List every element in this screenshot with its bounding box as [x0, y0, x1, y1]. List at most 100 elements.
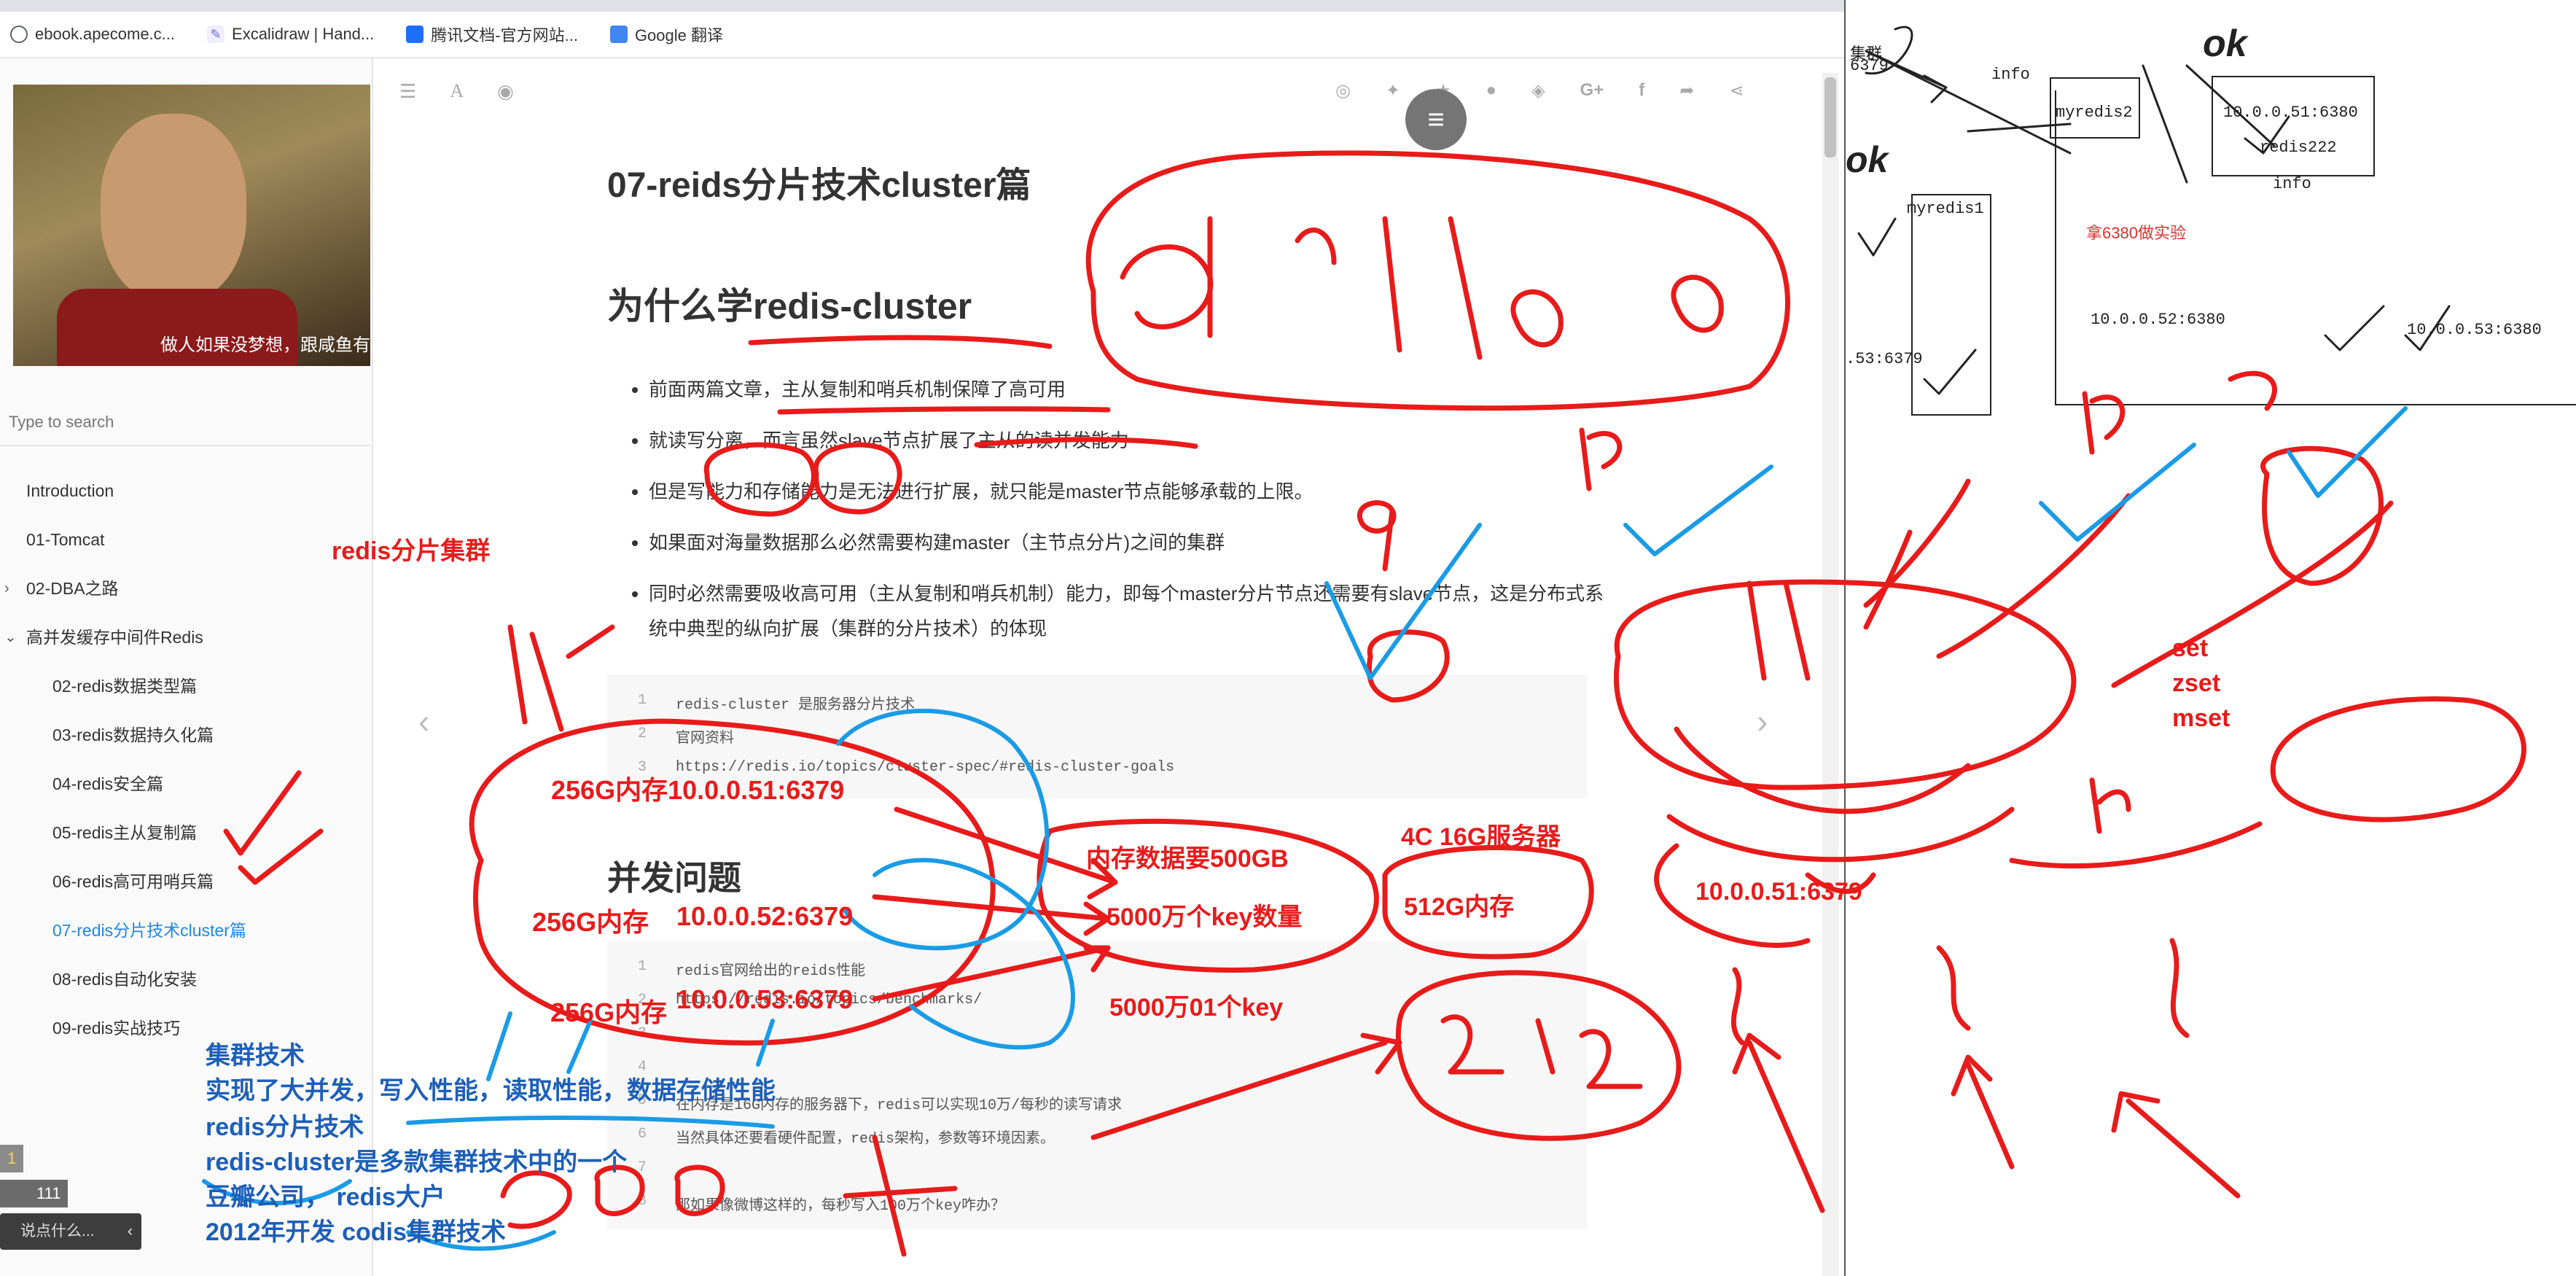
line-number: 8 — [637, 1193, 647, 1210]
more-share-icon[interactable]: ⋖ — [1729, 80, 1744, 101]
list-icon[interactable]: ☰ — [399, 80, 416, 103]
annotation-red: 5000万个key数量 — [1106, 903, 1303, 931]
ex-label-53-6379: .53:6379 — [1846, 350, 1923, 368]
google-plus-icon[interactable]: G+ — [1580, 80, 1604, 101]
sidebar-item-redis[interactable]: ⌄ 高并发缓存中间件Redis — [0, 613, 370, 662]
sidebar-item-redis-persistence[interactable]: 03-redis数据持久化篇 — [0, 711, 370, 760]
chevron-right-icon[interactable]: › — [4, 564, 9, 613]
annotation-red: 256G内存 — [532, 907, 649, 937]
annotation-red: set — [2172, 634, 2209, 662]
sidebar-item-redis-tips[interactable]: 09-redis实战技巧 — [0, 1004, 370, 1053]
facebook-icon[interactable]: f — [1639, 80, 1644, 101]
list-item: 前面两篇文章，主从复制和哨兵机制保障了高可用 — [649, 372, 1611, 407]
sidebar-item-label: 08-redis自动化安装 — [52, 970, 198, 989]
sidebar-item-label: 高并发缓存中间件Redis — [26, 628, 203, 647]
code-line: 2 官网资料 — [607, 725, 734, 747]
ex-label-ok-left: ok — [1846, 139, 1889, 180]
bookmark-label: Google 翻译 — [634, 26, 723, 44]
bookmark-ebook[interactable]: ebook.apecome.c... — [10, 25, 175, 44]
sidebar-item-redis-cluster[interactable]: 07-redis分片技术cluster篇 — [0, 906, 370, 955]
ex-label-6380-test: 拿6380做实验 — [2086, 224, 2186, 242]
globe-icon — [10, 26, 28, 43]
annotation-red: 256G内存 — [550, 997, 668, 1027]
annotation-blue: 实现了大并发，写入性能，读取性能，数据存储性能 — [206, 1077, 776, 1105]
sidebar-item-label: 03-redis数据持久化篇 — [52, 725, 214, 744]
bookmark-excalidraw[interactable]: ✎ Excalidraw | Hand... — [207, 25, 374, 44]
annotation-red: redis分片集群 — [332, 537, 491, 565]
cluster-frame[interactable] — [2055, 90, 2576, 405]
sidebar-item-label: 02-redis数据类型篇 — [52, 677, 198, 696]
sidebar-item-redis-security[interactable]: 04-redis安全篇 — [0, 760, 370, 809]
chevron-down-icon[interactable]: ⌄ — [4, 613, 17, 662]
list-item: 就读写分离，而言虽然slave节点扩展了主从的读并发能力 — [649, 423, 1611, 458]
line-number: 1 — [637, 958, 647, 975]
sidebar-item-redis-replication[interactable]: 05-redis主从复制篇 — [0, 809, 370, 857]
qq-icon[interactable]: ● — [1486, 80, 1497, 101]
annotation-red: 5000万01个key — [1109, 994, 1284, 1022]
like-count-badge[interactable]: 1 — [0, 1145, 24, 1172]
annotation-blue: redis-cluster是多款集群技术中的一个 — [206, 1148, 628, 1176]
twitter-icon[interactable]: ✦ — [1386, 80, 1400, 101]
divider — [0, 445, 370, 446]
excalidraw-canvas[interactable]: myredis2 info 10.0.0.51:6380 redis222 in… — [1844, 0, 2576, 1276]
annotation-red: 10.0.0.51:6379 — [1695, 878, 1862, 906]
code-text: 官网资料 — [676, 731, 734, 747]
code-text: redis官网给出的reids性能 — [676, 963, 866, 980]
collapse-arrow-icon[interactable]: ‹ — [128, 1213, 133, 1250]
pen-icon: ✎ — [207, 26, 225, 43]
toolbar-share: ◎ ✦ ★ ● ◈ G+ f ➦ ⋖ — [1335, 80, 1744, 101]
sidebar-item-tomcat[interactable]: 01-Tomcat — [0, 516, 370, 564]
toolbar-left: ☰ A ◉ — [399, 80, 514, 103]
menu-button[interactable]: ≡ — [1405, 89, 1467, 150]
code-line: 6 当然具体还要看硬件配置，redis架构，参数等环境因素。 — [607, 1126, 1055, 1148]
sidebar-item-redis-types[interactable]: 02-redis数据类型篇 — [0, 662, 370, 711]
ex-label-info: info — [1991, 66, 2030, 84]
weibo-icon[interactable]: ◎ — [1335, 80, 1351, 101]
annotation-blue: 集群技术 — [206, 1042, 305, 1070]
myredis1-box[interactable] — [1911, 194, 1991, 416]
annotation-red: 10.0.0.52:6379 — [676, 901, 854, 931]
sidebar-item-label: 07-redis分片技术cluster篇 — [52, 921, 246, 940]
font-icon[interactable]: A — [450, 80, 464, 103]
sidebar-nav: Introduction 01-Tomcat › 02-DBA之路 ⌄ 高并发缓存中… — [0, 467, 370, 1053]
page-title: 07-reids分片技术cluster篇 — [607, 166, 1031, 205]
sidebar-item-label: 04-redis安全篇 — [52, 774, 164, 793]
bullet-list: 前面两篇文章，主从复制和哨兵机制保障了高可用 就读写分离，而言虽然slave节点… — [627, 372, 1611, 662]
browser-tab-strip — [0, 0, 1844, 12]
comment-placeholder: 说点什么... — [20, 1223, 95, 1240]
sidebar-item-redis-auto-install[interactable]: 08-redis自动化安装 — [0, 955, 370, 1004]
bookmark-google-translate[interactable]: Google 翻译 — [609, 23, 723, 46]
comment-input[interactable]: 说点什么... ‹ — [0, 1213, 141, 1250]
sidebar-item-dba[interactable]: › 02-DBA之路 — [0, 564, 370, 613]
ex-label-myredis1: myredis1 — [1907, 200, 1984, 218]
annotation-blue: 2012年开发 codis集群技术 — [206, 1218, 506, 1246]
code-line: 1 redis-cluster 是服务器分片技术 — [607, 692, 915, 714]
code-line: 1 redis官网给出的reids性能 — [607, 958, 865, 980]
code-text: redis-cluster 是服务器分片技术 — [676, 697, 916, 714]
annotation-red: zset — [2172, 669, 2221, 697]
avatar-caption: 做人如果没梦想，跟咸鱼有 — [160, 335, 370, 355]
pocket-icon[interactable]: ◈ — [1531, 80, 1545, 101]
next-page-arrow[interactable]: › — [1757, 701, 1768, 741]
prev-page-arrow[interactable]: ‹ — [418, 701, 429, 741]
translate-icon — [609, 26, 628, 43]
eye-icon[interactable]: ◉ — [497, 80, 514, 103]
sidebar-item-label: 06-redis高可用哨兵篇 — [52, 872, 214, 891]
section-heading-concurrency: 并发问题 — [607, 859, 741, 897]
line-number: 2 — [637, 725, 647, 742]
annotation-blue: 豆瓣公司， redis大户 — [206, 1183, 445, 1211]
list-item: 如果面对海量数据那么必然需要构建master（主节点分片)之间的集群 — [649, 525, 1611, 560]
annotation-red: 10.0.0.53:6379 — [676, 984, 854, 1014]
avatar-face — [101, 114, 246, 303]
scrollbar[interactable] — [1822, 73, 1838, 1276]
search-input[interactable] — [7, 408, 360, 436]
sidebar-item-introduction[interactable]: Introduction — [0, 467, 370, 516]
scrollbar-thumb[interactable] — [1824, 77, 1836, 157]
code-text: 那如果像微博这样的，每秒写入100万个key咋办？ — [676, 1198, 1006, 1215]
bookmark-label: 腾讯文档-官方网站... — [431, 26, 578, 44]
sidebar-item-redis-sentinel[interactable]: 06-redis高可用哨兵篇 — [0, 857, 370, 906]
sidebar-item-label: 05-redis主从复制篇 — [52, 823, 198, 842]
share-icon[interactable]: ➦ — [1679, 80, 1694, 101]
bookmark-tencent-docs[interactable]: 腾讯文档-官方网站... — [406, 23, 578, 46]
ex-label-6379: 6379 — [1850, 57, 1889, 75]
